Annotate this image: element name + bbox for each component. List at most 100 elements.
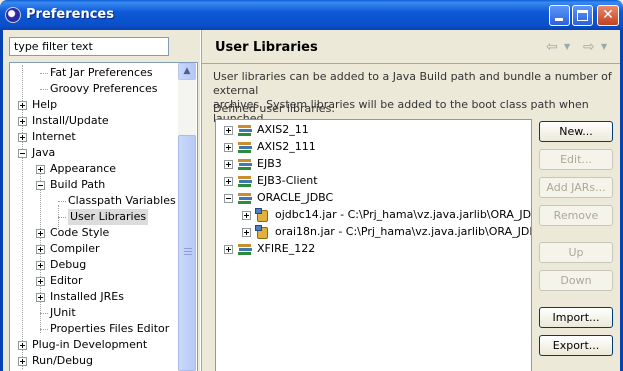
tree-item[interactable]: Properties Files Editor	[10, 321, 180, 337]
expand-icon[interactable]	[36, 245, 45, 254]
expand-icon[interactable]	[18, 357, 27, 366]
expand-icon[interactable]	[242, 211, 251, 220]
expand-icon[interactable]	[224, 160, 233, 169]
scroll-up-button[interactable]: ▲	[178, 63, 196, 80]
library-label: orai18n.jar - C:\Prj_hama\vz.java.jarlib…	[275, 225, 532, 238]
maximize-button[interactable]	[572, 5, 593, 26]
library-entry[interactable]: AXIS2_11	[216, 122, 531, 138]
expand-icon[interactable]	[36, 165, 45, 174]
tree-item-label: Appearance	[50, 162, 117, 175]
forward-dropdown-icon[interactable]: ▼	[601, 42, 607, 51]
down-button[interactable]: Down	[539, 270, 613, 291]
edit-button[interactable]: Edit...	[539, 149, 613, 170]
minimize-button[interactable]	[549, 5, 570, 26]
import-button[interactable]: Import...	[539, 307, 613, 328]
library-entry[interactable]: ORACLE_JDBC	[216, 190, 531, 206]
tree-item[interactable]: Run/Debug	[10, 353, 180, 369]
library-entry[interactable]: EJB3-Client	[216, 173, 531, 189]
expand-icon[interactable]	[36, 229, 45, 238]
tree-item[interactable]: Build Path	[10, 177, 180, 193]
filter-input[interactable]	[9, 37, 169, 56]
book-stripe	[239, 163, 252, 166]
back-arrow-icon[interactable]: ⇦	[546, 39, 558, 55]
jar-entry[interactable]: orai18n.jar - C:\Prj_hama\vz.java.jarlib…	[216, 224, 532, 240]
expand-icon[interactable]	[224, 245, 233, 254]
library-label: ORACLE_JDBC	[257, 191, 334, 204]
remove-button[interactable]: Remove	[539, 205, 613, 226]
jar-entry[interactable]: ojdbc14.jar - C:\Prj_hama\vz.java.jarlib…	[216, 207, 531, 223]
forward-arrow-icon[interactable]: ⇨	[583, 39, 595, 55]
library-books-icon	[237, 175, 253, 187]
scroll-thumb[interactable]	[178, 135, 196, 371]
window-frame-left	[0, 30, 3, 371]
tree-item-label: Help	[32, 98, 58, 111]
tree-item[interactable]: Help	[10, 97, 180, 113]
add-jars-button[interactable]: Add JARs...	[539, 177, 613, 198]
book-stripe	[239, 129, 252, 132]
tree-item[interactable]: Classpath Variables	[10, 193, 180, 209]
expand-icon[interactable]	[18, 133, 27, 142]
library-entry[interactable]: AXIS2_111	[216, 139, 531, 155]
tree-item[interactable]: Fat Jar Preferences	[10, 65, 180, 81]
collapse-icon[interactable]	[36, 181, 45, 190]
jar-file-icon	[255, 225, 269, 239]
panel-sash[interactable]	[200, 30, 202, 371]
expand-icon[interactable]	[224, 177, 233, 186]
close-button[interactable]: ✕	[597, 5, 619, 26]
tree-item-label: Java	[32, 146, 56, 159]
tree-item[interactable]: Installed JREs	[10, 289, 180, 305]
new-button[interactable]: New...	[539, 121, 613, 142]
library-entry[interactable]: EJB3	[216, 156, 531, 172]
user-libraries-list[interactable]: AXIS2_11 AXIS2_111 EJB3 EJB3-Client ORACLE_J…	[215, 119, 532, 371]
expand-icon[interactable]	[18, 117, 27, 126]
tree-item-label: JUnit	[50, 306, 76, 319]
back-dropdown-icon[interactable]: ▼	[564, 42, 570, 51]
expand-icon[interactable]	[242, 228, 251, 237]
tree-connector	[58, 217, 66, 218]
expand-icon[interactable]	[36, 293, 45, 302]
page-title: User Libraries	[215, 40, 318, 55]
expand-icon[interactable]	[18, 341, 27, 350]
book-stripe	[238, 133, 251, 136]
book-stripe	[238, 142, 251, 145]
tree-item[interactable]: User Libraries	[10, 209, 180, 225]
expand-icon[interactable]	[224, 143, 233, 152]
collapse-icon[interactable]	[18, 149, 27, 158]
tree-item-label: Classpath Variables	[68, 194, 176, 207]
library-books-icon	[237, 243, 253, 255]
preferences-tree[interactable]: Fat Jar Preferences Groovy Preferences Hel…	[9, 62, 198, 371]
expand-icon[interactable]	[36, 277, 45, 286]
tree-connector	[40, 73, 48, 74]
tree-item[interactable]: JUnit	[10, 305, 180, 321]
tree-item[interactable]: Compiler	[10, 241, 180, 257]
book-stripe	[238, 150, 251, 153]
title-bar[interactable]: Preferences ✕	[0, 0, 623, 30]
jar-lid	[255, 225, 262, 231]
tree-item[interactable]: Plug-in Development	[10, 337, 180, 353]
export-button[interactable]: Export...	[539, 335, 613, 356]
tree-item[interactable]: Internet	[10, 129, 180, 145]
maximize-icon	[577, 10, 588, 21]
tree-item[interactable]: Editor	[10, 273, 180, 289]
tree-item[interactable]: Java	[10, 145, 180, 161]
expand-icon[interactable]	[224, 126, 233, 135]
library-entry[interactable]: XFIRE_122	[216, 241, 531, 257]
grip-line	[184, 248, 192, 249]
library-books-icon	[237, 141, 253, 153]
collapse-icon[interactable]	[224, 194, 233, 203]
tree-item[interactable]: Code Style	[10, 225, 180, 241]
tree-item[interactable]: Debug	[10, 257, 180, 273]
expand-icon[interactable]	[36, 261, 45, 270]
library-books-icon	[237, 124, 253, 136]
tree-item[interactable]: Appearance	[10, 161, 180, 177]
tree-item[interactable]: Install/Update	[10, 113, 180, 129]
tree-item-label: Installed JREs	[50, 290, 124, 303]
library-label: AXIS2_111	[257, 140, 316, 153]
eclipse-app-icon	[5, 7, 21, 23]
expand-icon[interactable]	[18, 101, 27, 110]
tree-item[interactable]: Groovy Preferences	[10, 81, 180, 97]
book-stripe	[238, 176, 251, 179]
book-stripe	[239, 146, 252, 149]
tree-scrollbar[interactable]: ▲	[178, 63, 196, 371]
up-button[interactable]: Up	[539, 242, 613, 263]
